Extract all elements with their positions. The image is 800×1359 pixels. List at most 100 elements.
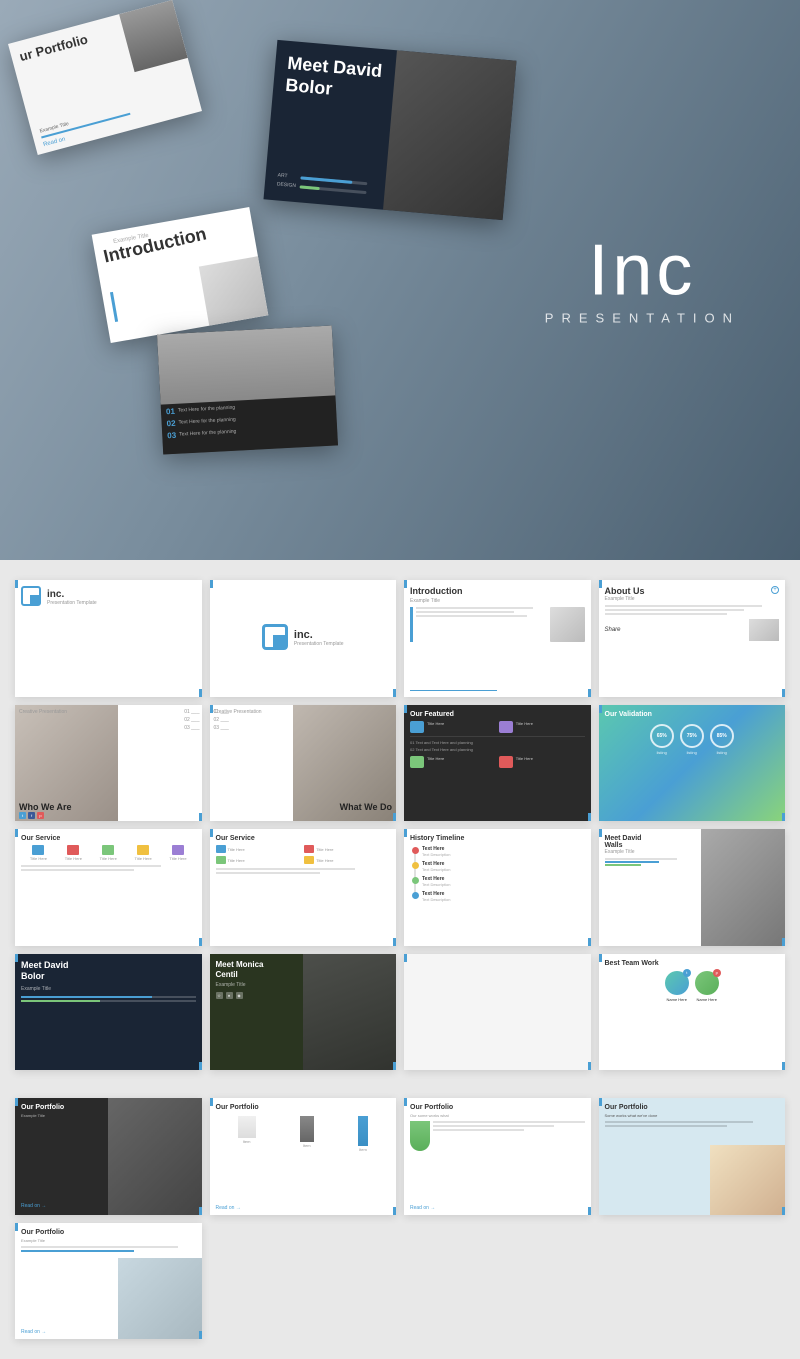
brand-title: Inc bbox=[545, 235, 740, 307]
port1-image bbox=[108, 1098, 201, 1215]
port2-item-2 bbox=[300, 1116, 314, 1142]
dw-name: Meet David bbox=[605, 835, 696, 842]
logo-group: inc. Presentation Template bbox=[21, 586, 97, 608]
port2-item-3 bbox=[358, 1116, 368, 1146]
dw-subtitle: Example Title bbox=[605, 849, 696, 855]
pinterest-badge-2: p bbox=[713, 969, 721, 977]
slide-best-team-work[interactable]: Best Team Work t Name Here p Name Here bbox=[599, 954, 786, 1071]
svc-icon-purple bbox=[172, 845, 184, 855]
who-subtitle: Creative Presentation bbox=[19, 709, 67, 715]
db-name: Meet David Bolor bbox=[21, 960, 196, 983]
featured-icons-row1: Title Here Title Here bbox=[410, 721, 585, 733]
portfolio-read-on: Read on bbox=[43, 136, 66, 148]
validation-item-3: 85% listing bbox=[710, 724, 734, 755]
port1-readon: Read on → bbox=[21, 1203, 46, 1209]
svc-icon-green bbox=[102, 845, 114, 855]
david-photo bbox=[383, 50, 516, 220]
team-title: Best Team Work bbox=[605, 960, 780, 967]
portfolio-slide-4[interactable]: Our Portfolio Some works what we've done bbox=[599, 1098, 786, 1215]
slide-our-featured[interactable]: Our Featured Title Here Title Here 01 Te… bbox=[404, 705, 591, 822]
portfolio-slide-5[interactable]: Our Portfolio Example Title Read on → bbox=[15, 1223, 202, 1340]
slide-row-3: Our Service Title Here Title Here Title … bbox=[10, 829, 790, 946]
whatwe-title: What We Do bbox=[340, 802, 392, 813]
member-name-2: Name Here bbox=[695, 997, 719, 1002]
slide-empty-1 bbox=[404, 954, 591, 1071]
slide-meet-monica[interactable]: Meet Monica Centil Example Title ☆ ♦ ◈ bbox=[210, 954, 397, 1071]
member-name-1: Name Here bbox=[665, 997, 689, 1002]
logo-group-2: inc. Presentation Template bbox=[262, 624, 344, 652]
slide-who-we-are[interactable]: Creative Presentation Who We Are t f p 0… bbox=[15, 705, 202, 822]
slide-row-1: inc. Presentation Template inc. bbox=[10, 580, 790, 697]
port4-image bbox=[710, 1145, 785, 1215]
twitter-icon: t bbox=[19, 812, 26, 819]
portfolio-section: Our Portfolio Example Title Read on → Ou… bbox=[0, 1090, 800, 1359]
avatar-1: t bbox=[665, 971, 689, 995]
svc-icon-yellow bbox=[137, 845, 149, 855]
validation-item-1: 65% listing bbox=[650, 724, 674, 755]
portfolio-slide-1[interactable]: Our Portfolio Example Title Read on → bbox=[15, 1098, 202, 1215]
about-image bbox=[749, 619, 779, 641]
logo-icon-2 bbox=[262, 624, 290, 652]
port3-items bbox=[410, 1121, 585, 1151]
monica-name: Meet Monica Centil bbox=[216, 960, 391, 981]
port5-title: Our Portfolio bbox=[21, 1229, 196, 1236]
team-members: t Name Here p Name Here bbox=[605, 971, 780, 1002]
port2-items: Item Item Item bbox=[216, 1116, 391, 1152]
port3-readon: Read on → bbox=[410, 1205, 435, 1211]
slide-introduction[interactable]: Introduction Example Title bbox=[404, 580, 591, 697]
svc2-icon-3 bbox=[216, 856, 226, 864]
monica-icon-2: ♦ bbox=[226, 992, 233, 999]
hero-section: ur Portfolio Example Title Read on Intro… bbox=[0, 0, 800, 560]
feat-label-4: Title Here bbox=[516, 756, 585, 768]
service2-title: Our Service bbox=[216, 835, 391, 842]
portfolio-slide-2[interactable]: Our Portfolio Item Item Item Read bbox=[210, 1098, 397, 1215]
bar-track-2 bbox=[300, 185, 367, 194]
port3-cactus bbox=[410, 1121, 430, 1151]
slide-meet-david-bolor[interactable]: Meet David Bolor Example Title bbox=[15, 954, 202, 1071]
david-walls-photo bbox=[701, 829, 785, 946]
port3-title: Our Portfolio bbox=[410, 1104, 585, 1111]
timeline-items: Text Here Text Description Text Here Tex… bbox=[410, 846, 585, 902]
logo-sub-2: Presentation Template bbox=[294, 641, 344, 647]
laptop-list: 01 Text Here for the planning 02 Text He… bbox=[161, 395, 338, 454]
slide-about-us[interactable]: About Us Example Title + Share bbox=[599, 580, 786, 697]
share-label: Share bbox=[605, 627, 621, 633]
slide-meet-david-walls[interactable]: Meet David Walls Example Title bbox=[599, 829, 786, 946]
slide-row-2: Creative Presentation Who We Are t f p 0… bbox=[10, 705, 790, 822]
timeline-item-1: Text Here Text Description bbox=[422, 846, 585, 857]
portfolio-grid: Our Portfolio Example Title Read on → Ou… bbox=[10, 1098, 790, 1339]
port5-sub: Example Title bbox=[21, 1238, 196, 1243]
validation-title: Our Validation bbox=[605, 711, 780, 718]
bar-fill-1 bbox=[300, 176, 352, 183]
team-member-1: t Name Here bbox=[665, 971, 689, 1002]
about-sub: Example Title bbox=[605, 596, 645, 602]
slide-inc-logo-1[interactable]: inc. Presentation Template bbox=[15, 580, 202, 697]
slide-our-service-2[interactable]: Our Service Title Here Title Here Title … bbox=[210, 829, 397, 946]
twitter-badge-1: t bbox=[683, 969, 691, 977]
feat-icon-4 bbox=[499, 756, 513, 768]
intro-accent-line bbox=[110, 292, 118, 322]
port2-item-1 bbox=[238, 1116, 256, 1138]
service1-icons: Title Here Title Here Title Here Title H… bbox=[21, 845, 196, 861]
svc-icon-blue bbox=[32, 845, 44, 855]
hero-brand: Inc PRESENTATION bbox=[545, 235, 740, 326]
portfolio-slide-3[interactable]: Our Portfolio Our some works what Read o… bbox=[404, 1098, 591, 1215]
who-social: t f p bbox=[19, 812, 44, 819]
slide-inc-logo-2[interactable]: inc. Presentation Template bbox=[210, 580, 397, 697]
slide-our-service-1[interactable]: Our Service Title Here Title Here Title … bbox=[15, 829, 202, 946]
slide-our-validation[interactable]: Our Validation 65% listing 75% listing bbox=[599, 705, 786, 822]
bar-fill-2 bbox=[300, 185, 320, 190]
hero-laptop-slide: 01 Text Here for the planning 02 Text He… bbox=[157, 326, 338, 455]
hero-david-slide: Meet David Bolor ART DESIGN bbox=[263, 40, 516, 220]
slide-what-we-do[interactable]: Creative Presentation What We Do 01 ___ … bbox=[210, 705, 397, 822]
about-title: About Us bbox=[605, 586, 645, 596]
timeline-item-3: Text Here Text Description bbox=[422, 876, 585, 887]
db-sub: Example Title bbox=[21, 986, 196, 992]
slide-history-timeline[interactable]: History Timeline Text Here Text Descript… bbox=[404, 829, 591, 946]
feat-icon-3 bbox=[410, 756, 424, 768]
feat-label-1: Title Here bbox=[427, 721, 496, 733]
intro-underline bbox=[410, 690, 497, 691]
intro-slide-title: Introduction bbox=[410, 586, 585, 596]
port2-title: Our Portfolio bbox=[216, 1104, 391, 1111]
logo-icon bbox=[21, 586, 43, 608]
